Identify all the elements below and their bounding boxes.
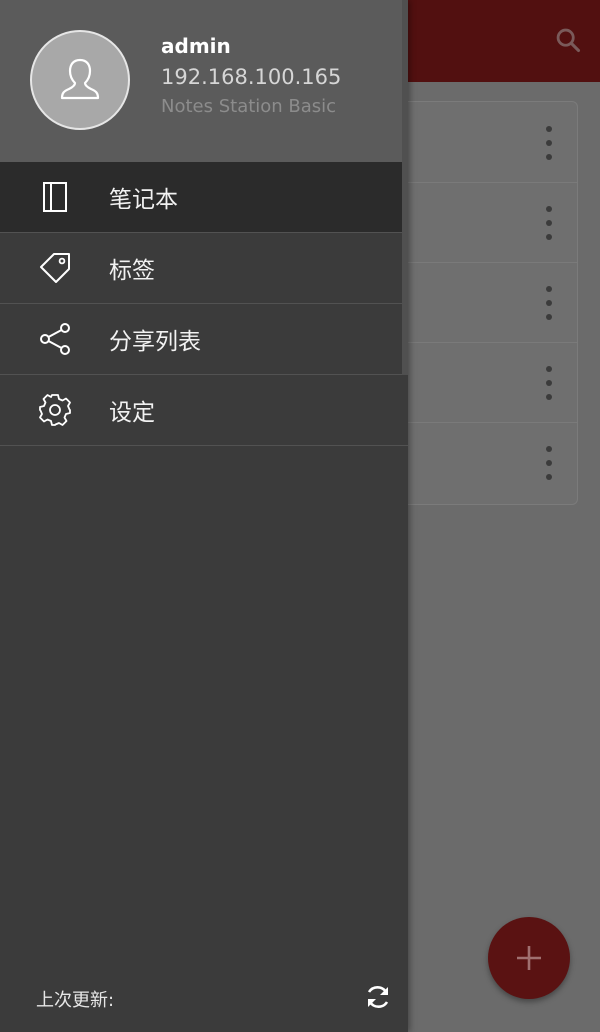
menu-item-notebooks[interactable]: 笔记本 [0, 162, 408, 233]
app-name: Notes Station Basic [161, 96, 337, 117]
menu-item-label: 分享列表 [109, 329, 201, 355]
gear-icon [39, 394, 71, 426]
notebook-icon [43, 182, 67, 212]
search-button[interactable] [550, 22, 586, 58]
server-address: 192.168.100.165 [161, 65, 342, 89]
more-options-icon[interactable] [539, 286, 559, 320]
last-update-label: 上次更新: [36, 990, 115, 1011]
menu-item-settings[interactable]: 设定 [0, 375, 408, 446]
menu-item-label: 笔记本 [109, 187, 178, 213]
tag-icon [40, 253, 70, 283]
more-options-icon[interactable] [539, 126, 559, 160]
navigation-drawer: admin 192.168.100.165 Notes Station Basi… [0, 0, 408, 1032]
user-name: admin [161, 34, 231, 58]
user-icon [60, 58, 100, 100]
add-note-button[interactable] [488, 917, 570, 999]
sync-button[interactable] [362, 981, 394, 1013]
menu-item-label: 标签 [109, 258, 155, 284]
search-icon [556, 28, 581, 53]
more-options-icon[interactable] [539, 446, 559, 480]
sync-icon [367, 985, 389, 1009]
menu-item-label: 设定 [109, 400, 155, 426]
more-options-icon[interactable] [539, 366, 559, 400]
share-icon [40, 323, 70, 355]
more-options-icon[interactable] [539, 206, 559, 240]
drawer-footer: 上次更新: [0, 970, 408, 1022]
drawer-scrollbar[interactable] [402, 0, 408, 375]
plus-icon [517, 946, 541, 970]
menu-item-tags[interactable]: 标签 [0, 233, 408, 304]
drawer-header: admin 192.168.100.165 Notes Station Basi… [0, 0, 408, 162]
menu-item-share-list[interactable]: 分享列表 [0, 304, 408, 375]
drawer-menu: 笔记本 标签 分享列表 设定 [0, 162, 408, 446]
avatar[interactable] [30, 30, 130, 130]
